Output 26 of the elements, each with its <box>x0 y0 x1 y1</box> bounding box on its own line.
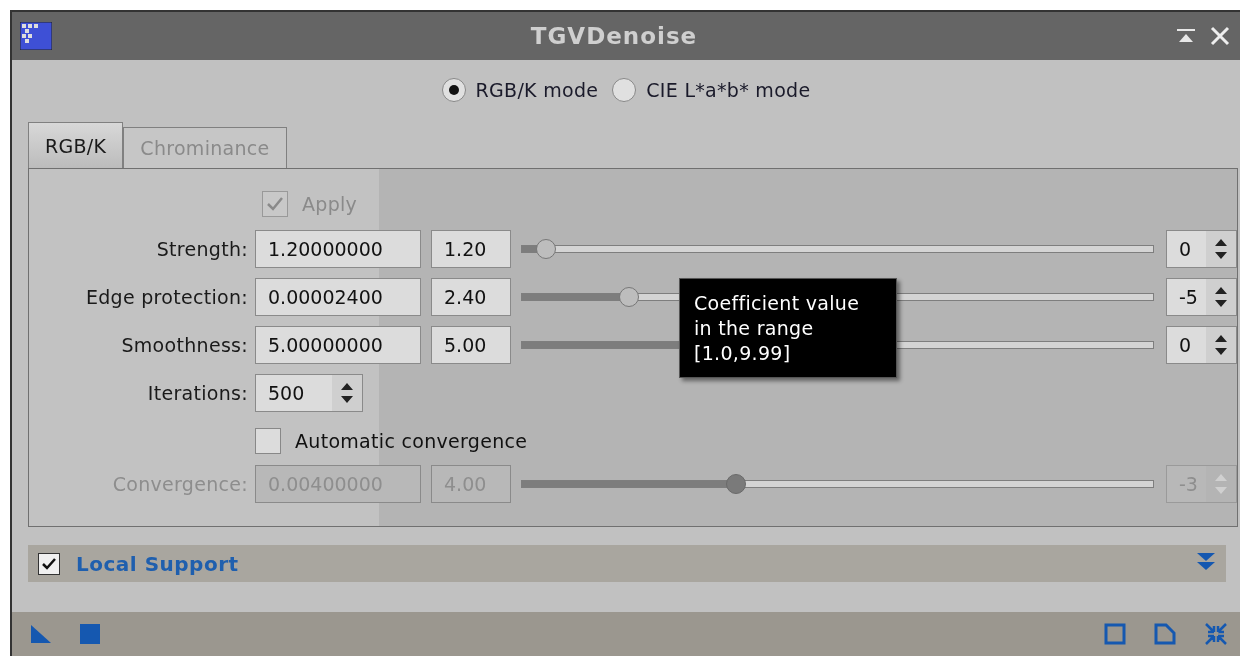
parameter-label: Edge protection: <box>85 286 249 308</box>
spin-box[interactable]: 500 <box>255 374 363 412</box>
spin-box[interactable]: -5 <box>1166 278 1237 316</box>
radio-label[interactable]: RGB/K mode <box>475 79 599 101</box>
spin-value: -5 <box>1178 285 1199 310</box>
coefficient-field[interactable]: 5.00 <box>431 326 511 364</box>
coefficient-field[interactable]: 2.40 <box>431 278 511 316</box>
checkbox-label: Automatic convergence <box>295 430 528 452</box>
value-field[interactable]: 1.20000000 <box>255 230 421 268</box>
spin-box[interactable]: 0 <box>1166 326 1237 364</box>
value-field[interactable]: 5.00000000 <box>255 326 421 364</box>
value-field[interactable]: 0.00002400 <box>255 278 421 316</box>
tab[interactable]: RGB/K <box>28 122 124 168</box>
parameter-label: Iterations: <box>147 382 249 404</box>
radio-label[interactable]: CIE L*a*b* mode <box>646 79 811 101</box>
spin-value: 500 <box>267 381 306 406</box>
window-title: TGVDenoise <box>529 23 699 49</box>
parameter-label: Strength: <box>156 238 249 260</box>
spin-value: 0 <box>1178 237 1193 262</box>
parameter-label: Smoothness: <box>121 334 249 356</box>
section-title: Local Support <box>76 551 240 576</box>
spin-value: 0 <box>1178 333 1193 358</box>
apply-label: Apply <box>302 193 358 215</box>
coefficient-field[interactable]: 1.20 <box>431 230 511 268</box>
spin-box[interactable]: 0 <box>1166 230 1237 268</box>
tooltip: Coefficient value in the range [1.0,9.99] <box>679 278 897 378</box>
